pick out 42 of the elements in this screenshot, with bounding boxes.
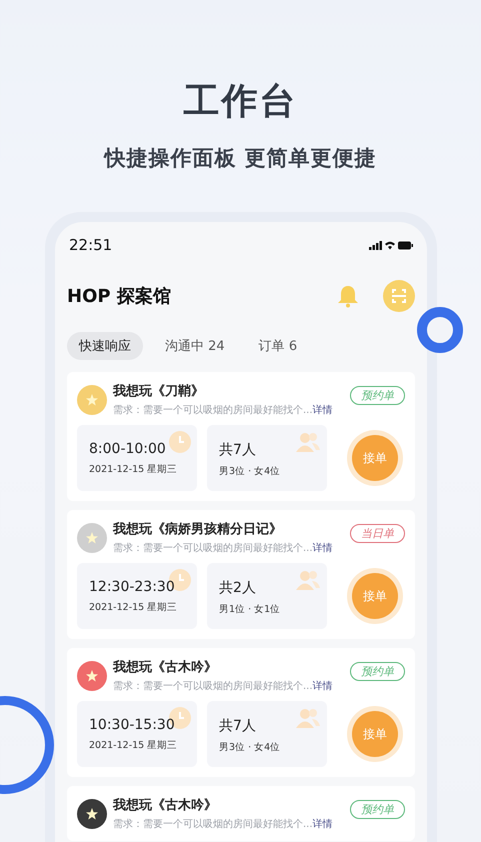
order-tag: 预约单 — [350, 662, 405, 681]
details-link[interactable]: 详情 — [312, 405, 333, 416]
order-requirement: 需求：需要一个可以吸烟的房间最好能找个... — [113, 405, 313, 416]
status-icons — [369, 240, 413, 250]
order-title: 我想玩《古木吟》 — [113, 797, 218, 814]
time-range: 10:30-15:30 — [89, 717, 175, 733]
people-icon — [295, 431, 321, 453]
order-requirement: 需求：需要一个可以吸烟的房间最好能找个... — [113, 819, 313, 830]
time-range: 8:00-10:00 — [89, 441, 166, 457]
people-icon — [295, 569, 321, 591]
order-date: 2021-12-15 星期三 — [89, 463, 178, 476]
order-requirement: 需求：需要一个可以吸烟的房间最好能找个... — [113, 543, 313, 554]
gender-count: 男3位 · 女4位 — [219, 741, 280, 754]
order-title: 我想玩《古木吟》 — [113, 659, 218, 676]
scan-icon[interactable] — [383, 280, 415, 312]
order-tag: 预约单 — [350, 800, 405, 819]
tab[interactable]: 沟通中 24 — [153, 332, 237, 360]
gender-count: 男1位 · 女1位 — [219, 603, 280, 616]
details-link[interactable]: 详情 — [312, 543, 333, 554]
order-date: 2021-12-15 星期三 — [89, 601, 178, 614]
promo-subtitle: 快捷操作面板 更简单更便捷 — [102, 145, 378, 172]
order-title: 我想玩《病娇男孩精分日记》 — [113, 520, 283, 538]
promo-title: 工作台 — [182, 80, 298, 124]
clock-icon — [169, 431, 191, 453]
gender-count: 男3位 · 女4位 — [219, 465, 280, 478]
status-time: 22:51 — [69, 236, 112, 254]
details-link[interactable]: 详情 — [312, 819, 333, 830]
order-requirement: 需求：需要一个可以吸烟的房间最好能找个... — [113, 681, 313, 692]
tab[interactable]: 订单 6 — [246, 332, 310, 360]
order-title: 我想玩《刀鞘》 — [113, 383, 205, 400]
people-icon — [295, 707, 321, 729]
order-tag: 预约单 — [350, 386, 405, 405]
bell-icon[interactable] — [337, 284, 359, 308]
people-count: 共7人 — [219, 441, 256, 459]
app-title: HOP 探案馆 — [67, 285, 172, 308]
details-link[interactable]: 详情 — [312, 681, 333, 692]
order-date: 2021-12-15 星期三 — [89, 739, 178, 752]
tab[interactable]: 快速响应 — [67, 332, 143, 360]
time-range: 12:30-23:30 — [89, 579, 175, 595]
order-tag: 当日单 — [350, 524, 405, 543]
people-count: 共2人 — [219, 579, 256, 597]
people-count: 共7人 — [219, 717, 256, 735]
